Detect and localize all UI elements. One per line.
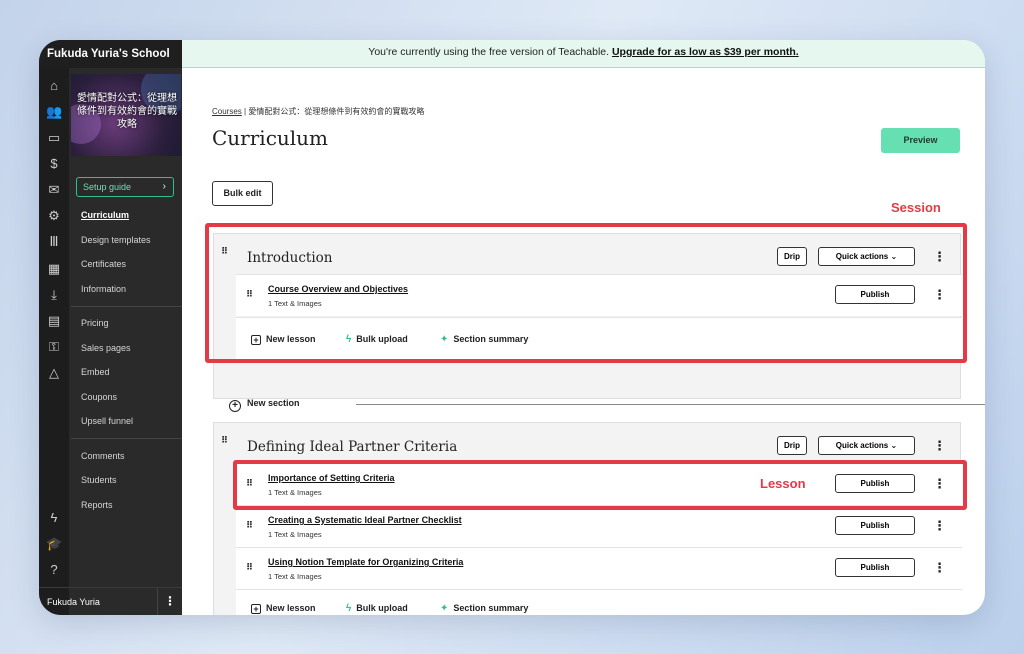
lesson-subtitle: 1 Text & Images <box>268 530 322 539</box>
breadcrumb-separator: | <box>244 107 247 116</box>
sidebar-item-information[interactable]: Information <box>81 284 126 294</box>
devices-icon[interactable]: ▭ <box>46 130 62 146</box>
users-icon[interactable]: 👥 <box>46 104 62 120</box>
calendar-icon[interactable]: ▦ <box>46 261 62 277</box>
chevron-down-icon: ⌄ <box>890 441 898 450</box>
drip-button[interactable]: Drip <box>777 436 807 455</box>
breadcrumb-courses-link[interactable]: Courses <box>212 107 242 116</box>
section-defining-ideal-partner-criteria: ⠿ Defining Ideal Partner Criteria Drip Q… <box>213 422 962 615</box>
shapes-icon[interactable]: △ <box>46 365 62 381</box>
new-lesson-label: New lesson <box>266 603 316 613</box>
sidebar: Fukuda Yuria's School ⌂ 👥 ▭ $ ✉ ⚙ Ⅲ ▦ ⤓ … <box>39 40 182 615</box>
session-highlight-box <box>205 223 967 363</box>
section-kebab-icon[interactable]: ⋮ <box>933 438 946 454</box>
lesson-kebab-icon[interactable]: ⋮ <box>933 560 946 576</box>
lesson-title[interactable]: Using Notion Template for Organizing Cri… <box>268 557 463 567</box>
sidebar-item-curriculum[interactable]: Curriculum <box>81 210 129 220</box>
lesson-kebab-icon[interactable]: ⋮ <box>933 518 946 534</box>
dollar-icon[interactable]: $ <box>46 156 62 172</box>
chevron-right-icon: › <box>162 181 166 192</box>
upgrade-banner: You're currently using the free version … <box>182 40 985 68</box>
library-icon[interactable]: Ⅲ <box>46 234 62 250</box>
new-section-button[interactable]: + New section <box>229 398 300 412</box>
drag-handle-icon[interactable]: ⠿ <box>246 521 254 533</box>
section-actions: + New lesson ϟ Bulk upload ✦ Section summar… <box>236 589 962 615</box>
session-annotation: Session <box>891 200 941 215</box>
app-window: Fukuda Yuria's School ⌂ 👥 ▭ $ ✉ ⚙ Ⅲ ▦ ⤓ … <box>39 40 985 615</box>
breadcrumb-current: 愛情配對公式：從理想條件到有效約會的實戰攻略 <box>248 107 425 116</box>
sidebar-item-comments[interactable]: Comments <box>81 451 125 461</box>
main-content: Courses | 愛情配對公式：從理想條件到有效約會的實戰攻略 Curricu… <box>182 68 985 615</box>
download-icon[interactable]: ⤓ <box>46 287 62 303</box>
plus-square-icon: + <box>251 604 261 614</box>
course-thumbnail-title: 愛情配對公式：從理想條件到有效約會的實戰攻略 <box>77 93 177 130</box>
mail-icon[interactable]: ✉ <box>46 182 62 198</box>
gear-icon[interactable]: ⚙ <box>46 208 62 224</box>
sidebar-item-students[interactable]: Students <box>81 475 117 485</box>
school-name[interactable]: Fukuda Yuria's School <box>39 40 182 68</box>
quick-actions-label: Quick actions <box>835 441 889 450</box>
setup-guide-button[interactable]: Setup guide › <box>76 177 174 197</box>
lesson-annotation: Lesson <box>760 476 806 491</box>
drag-handle-icon[interactable]: ⠿ <box>246 563 254 575</box>
bolt-icon: ϟ <box>346 603 352 614</box>
sidebar-divider <box>71 306 182 307</box>
setup-guide-label: Setup guide <box>83 182 132 192</box>
sidebar-item-coupons[interactable]: Coupons <box>81 392 117 402</box>
sidebar-item-upsell-funnel[interactable]: Upsell funnel <box>81 416 133 426</box>
icon-rail: ⌂ 👥 ▭ $ ✉ ⚙ Ⅲ ▦ ⤓ ▤ ⚿ △ ϟ 🎓 ? <box>39 68 69 615</box>
sparkle-icon: ✦ <box>440 603 449 614</box>
section-summary-button[interactable]: ✦ Section summary <box>440 603 528 614</box>
bulk-edit-button[interactable]: Bulk edit <box>212 181 273 206</box>
lesson-title[interactable]: Creating a Systematic Ideal Partner Chec… <box>268 515 462 525</box>
section-summary-label: Section summary <box>453 603 529 613</box>
sidebar-item-certificates[interactable]: Certificates <box>81 259 126 269</box>
help-icon[interactable]: ? <box>46 562 62 578</box>
lesson-subtitle: 1 Text & Images <box>268 572 322 581</box>
bolt-icon[interactable]: ϟ <box>46 510 62 526</box>
sidebar-item-design-templates[interactable]: Design templates <box>81 235 151 245</box>
sidebar-item-pricing[interactable]: Pricing <box>81 318 109 328</box>
user-row: Fukuda Yuria ⋮ <box>39 587 182 615</box>
new-section-label: New section <box>247 398 300 408</box>
home-icon[interactable]: ⌂ <box>46 78 62 94</box>
section-title[interactable]: Defining Ideal Partner Criteria <box>247 439 457 455</box>
preview-button[interactable]: Preview <box>881 128 960 153</box>
lesson-row[interactable]: ⠿ Using Notion Template for Organizing C… <box>236 547 962 589</box>
quick-actions-button[interactable]: Quick actions ⌄ <box>818 436 915 455</box>
publish-button[interactable]: Publish <box>835 516 915 535</box>
graduation-cap-icon[interactable]: 🎓 <box>46 536 62 552</box>
sidebar-item-sales-pages[interactable]: Sales pages <box>81 343 131 353</box>
upgrade-link[interactable]: Upgrade for as low as $39 per month. <box>612 46 799 58</box>
bulk-upload-button[interactable]: ϟ Bulk upload <box>346 603 408 614</box>
plus-circle-icon: + <box>229 400 241 412</box>
breadcrumb: Courses | 愛情配對公式：從理想條件到有效約會的實戰攻略 <box>212 106 424 117</box>
new-lesson-button[interactable]: + New lesson <box>251 603 316 614</box>
banner-text: You're currently using the free version … <box>368 46 610 58</box>
user-name[interactable]: Fukuda Yuria <box>47 597 100 607</box>
publish-button[interactable]: Publish <box>835 558 915 577</box>
lesson-row[interactable]: ⠿ Creating a Systematic Ideal Partner Ch… <box>236 505 962 547</box>
chat-icon[interactable]: ▤ <box>46 313 62 329</box>
new-section-divider <box>356 404 985 405</box>
drag-handle-icon[interactable]: ⠿ <box>221 436 229 448</box>
page-title: Curriculum <box>212 126 329 150</box>
sidebar-item-embed[interactable]: Embed <box>81 367 110 377</box>
sidebar-item-reports[interactable]: Reports <box>81 500 113 510</box>
course-thumbnail: 愛情配對公式：從理想條件到有效約會的實戰攻略 <box>71 74 181 156</box>
sidebar-divider <box>71 438 182 439</box>
bulk-upload-label: Bulk upload <box>356 603 408 613</box>
lesson-highlight-box <box>233 460 967 510</box>
user-menu-kebab-icon[interactable]: ⋮ <box>157 588 182 615</box>
key-icon[interactable]: ⚿ <box>46 339 62 355</box>
